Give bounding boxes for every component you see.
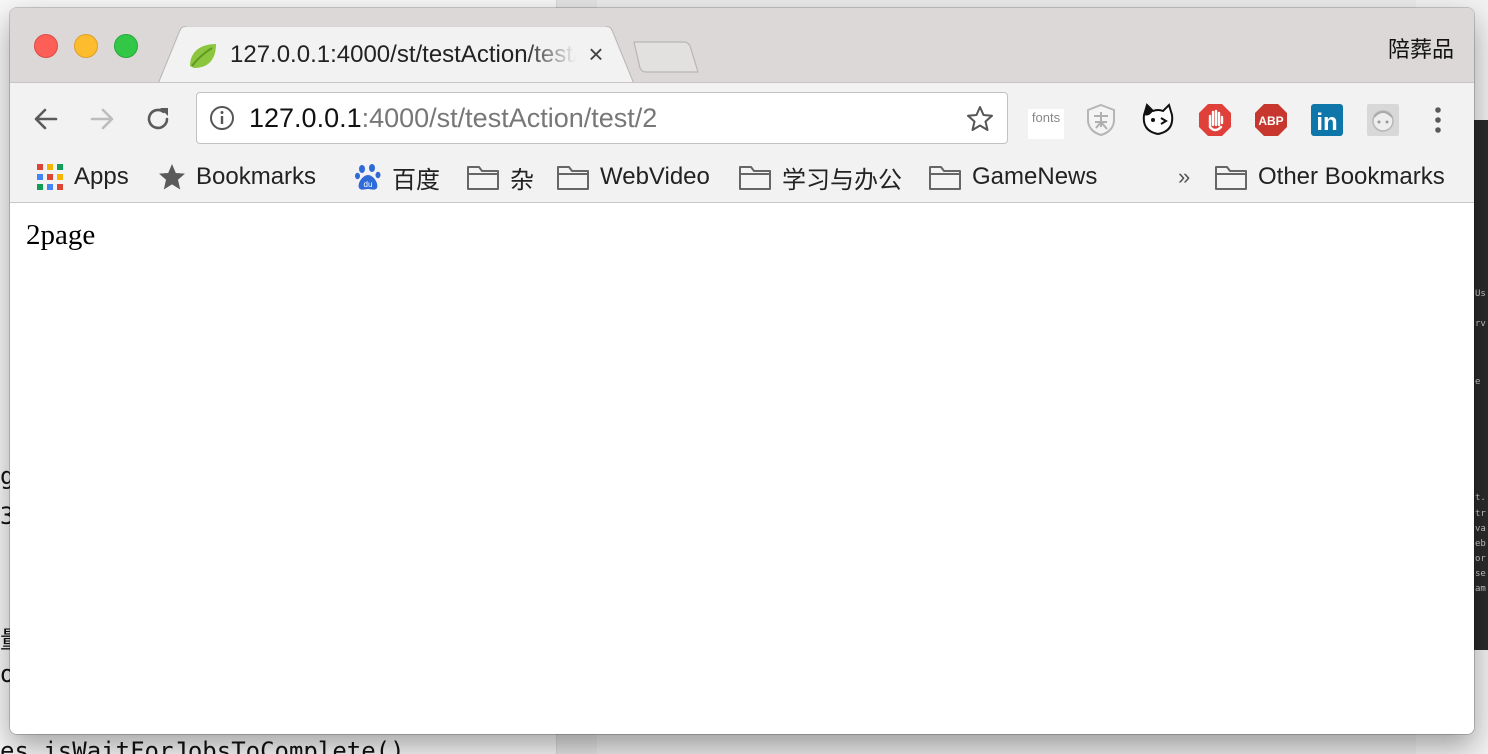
bookmarks-overflow-chevron[interactable]: »	[1178, 160, 1190, 194]
terminal-line: eb	[1475, 539, 1486, 549]
other-bookmarks-folder[interactable]: Other Bookmarks	[1214, 160, 1445, 194]
page-body-text: 2page	[26, 219, 96, 251]
browser-window: 127.0.0.1:4000/st/testAction/test/2 × 陪葬…	[10, 8, 1474, 734]
terminal-line: se	[1475, 569, 1486, 579]
more-menu-icon[interactable]	[1426, 103, 1450, 137]
bookmark-folder-study-office[interactable]: 学习与办公	[738, 160, 902, 194]
window-close-button[interactable]	[34, 34, 58, 58]
bookmark-folder-za[interactable]: 杂	[466, 160, 534, 194]
bookmark-label: Apps	[74, 163, 129, 190]
bookmark-folder-gamenews[interactable]: GameNews	[928, 160, 1097, 194]
terminal-line: t.	[1475, 493, 1486, 503]
info-icon[interactable]	[209, 105, 235, 131]
background-terminal-strip: Us rv e t. tr va eb or se am	[1474, 120, 1488, 650]
back-button[interactable]	[30, 103, 62, 135]
bookmark-label: Other Bookmarks	[1258, 163, 1445, 190]
toolbar: 127.0.0.1:4000/st/testAction/test/2 font…	[10, 82, 1474, 155]
terminal-line: Us	[1475, 289, 1486, 299]
tab-strip: 127.0.0.1:4000/st/testAction/test/2 × 陪葬…	[10, 8, 1474, 84]
stop-hand-extension-icon[interactable]	[1198, 103, 1232, 137]
profile-name[interactable]: 陪葬品	[1388, 32, 1454, 64]
bookmark-label: 百度	[392, 166, 440, 194]
folder-icon	[557, 166, 589, 190]
adblock-plus-label: ABP	[1258, 114, 1283, 128]
background-bottom-code: es.isWaitForJobsToComplete()	[0, 733, 1488, 754]
folder-icon	[1215, 166, 1247, 190]
back-arrow-icon	[34, 108, 58, 130]
folder-icon	[467, 166, 499, 190]
bookmark-label: 杂	[510, 166, 534, 194]
reload-button[interactable]	[142, 103, 174, 135]
linkedin-extension-icon[interactable]: in	[1310, 103, 1344, 137]
window-minimize-button[interactable]	[74, 34, 98, 58]
spring-leaf-icon	[190, 44, 216, 68]
folder-icon	[739, 166, 771, 190]
star-icon	[159, 164, 185, 190]
bookmarks-bar: Apps Bookmarks du 百度 杂 WebVideo 学习与办公 Ga…	[10, 154, 1474, 203]
alipay-shield-extension-icon[interactable]	[1084, 103, 1118, 137]
bookmark-label: WebVideo	[600, 163, 710, 190]
forward-button[interactable]	[86, 103, 118, 135]
bookmark-label: GameNews	[972, 163, 1098, 190]
bookmark-label: Bookmarks	[196, 163, 317, 190]
address-bar[interactable]: 127.0.0.1:4000/st/testAction/test/2	[196, 92, 1008, 144]
forward-arrow-icon	[90, 108, 114, 130]
bookmark-bookmarks[interactable]: Bookmarks	[158, 160, 316, 194]
tab-close-button[interactable]: ×	[582, 40, 610, 68]
terminal-line: rv	[1475, 319, 1486, 329]
terminal-line: va	[1475, 524, 1486, 534]
bookmark-folder-webvideo[interactable]: WebVideo	[556, 160, 710, 194]
window-maximize-button[interactable]	[114, 34, 138, 58]
new-tab-button[interactable]	[632, 40, 700, 74]
bookmark-star-icon[interactable]	[965, 104, 995, 134]
terminal-line: tr	[1475, 509, 1486, 519]
reload-icon	[147, 108, 169, 130]
anime-avatar-extension-icon[interactable]	[1366, 103, 1400, 137]
bookmark-label: 学习与办公	[782, 166, 902, 194]
folder-icon	[929, 166, 961, 190]
active-tab[interactable]: 127.0.0.1:4000/st/testAction/test/2 ×	[158, 26, 634, 84]
terminal-line: or	[1475, 554, 1486, 564]
bookmark-apps[interactable]: Apps	[36, 160, 129, 194]
cat-extension-icon[interactable]	[1141, 103, 1175, 137]
url-text[interactable]: 127.0.0.1:4000/st/testAction/test/2	[249, 93, 657, 143]
tab-title: 127.0.0.1:4000/st/testAction/test/2	[230, 41, 576, 68]
apps-grid-icon	[37, 164, 63, 190]
terminal-line: e	[1475, 377, 1481, 387]
bookmark-baidu[interactable]: du 百度	[354, 160, 440, 194]
fonts-extension-icon[interactable]: fonts	[1028, 109, 1064, 139]
linkedin-label: in	[1316, 109, 1337, 136]
background-code-line: es.isWaitForJobsToComplete()	[0, 737, 405, 754]
baidu-paw-icon: du	[355, 164, 381, 190]
url-path: :4000/st/testAction/test/2	[361, 103, 658, 133]
page-content: 2page	[10, 203, 1474, 734]
adblock-plus-extension-icon[interactable]: ABP	[1254, 103, 1288, 137]
terminal-line: am	[1475, 584, 1486, 594]
svg-text:du: du	[364, 180, 373, 189]
url-host: 127.0.0.1	[249, 103, 362, 133]
